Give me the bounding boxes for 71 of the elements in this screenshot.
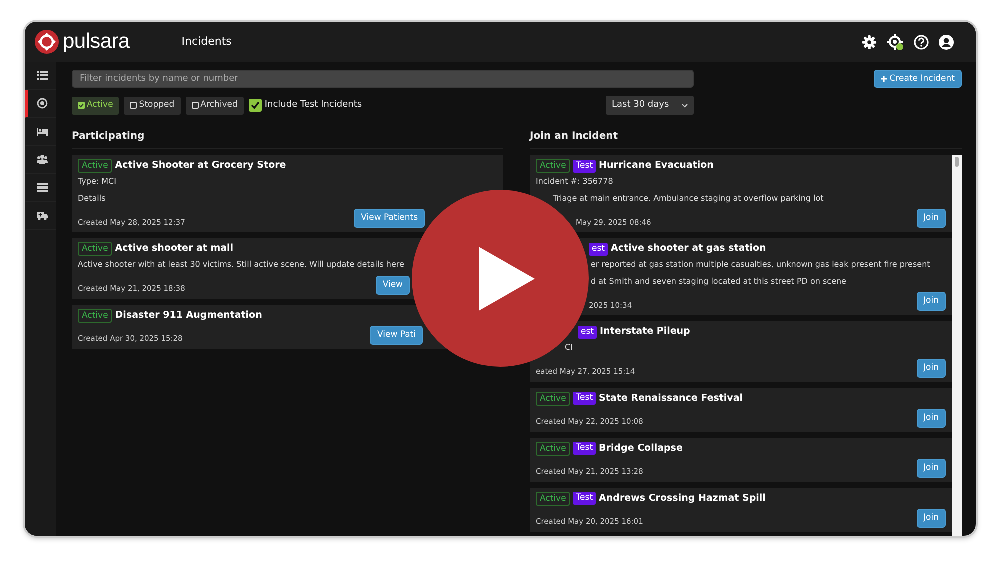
section-heading: Join an Incident: [530, 129, 962, 149]
chevron-down-icon: [682, 104, 688, 108]
checkbox-label: Include Test Incidents: [264, 98, 362, 112]
filter-toggle[interactable]: Stopped: [124, 96, 181, 114]
join-button[interactable]: Join: [916, 292, 946, 311]
incident-detail: Type: MCI: [78, 176, 116, 188]
play-icon: [478, 246, 534, 310]
incident-detail: d at Smith and seven staging located at this street PD on scene: [591, 276, 846, 288]
incident-title: Andrews Crossing Hazmat Spill: [599, 492, 766, 506]
join-button[interactable]: Join: [916, 408, 946, 428]
view-patients-button[interactable]: View: [376, 276, 410, 294]
join-button[interactable]: Join: [916, 358, 946, 378]
incident-title: State Renaissance Festival: [599, 392, 744, 406]
section-heading: Participating: [72, 129, 503, 149]
settings-icon[interactable]: [862, 34, 877, 50]
incident-title: Active shooter at gas station: [611, 242, 766, 256]
incident-detail: Triage at main entrance. Ambulance staging at overflow parking lot: [553, 192, 824, 205]
checkbox-icon: [130, 102, 138, 109]
scrollbar-thumb[interactable]: [955, 157, 959, 167]
status-tag: Active: [78, 308, 112, 323]
sidebar-tab[interactable]: [25, 90, 56, 118]
test-tag: est: [589, 242, 608, 256]
filter-toggle[interactable]: Active: [72, 96, 120, 114]
status-tag: Active: [536, 442, 570, 456]
page-title: Incidents: [182, 34, 232, 50]
logo-text: pulsara: [63, 29, 130, 56]
incident-title: Disaster 911 Augmentation: [115, 308, 262, 322]
checkbox-icon: [192, 102, 199, 109]
incident-title: Active shooter at mall: [115, 242, 234, 256]
incident-detail: Active shooter with at least 30 victims. Still active scene. Will update details here: [78, 259, 404, 272]
create-incident-button[interactable]: Create Incident: [874, 70, 962, 88]
test-tag: Test: [573, 392, 596, 406]
status-tag: Active: [536, 492, 570, 506]
logo-icon: [35, 30, 59, 54]
incident-detail: CI: [565, 342, 573, 354]
status-tag: Active: [536, 392, 570, 406]
help-icon[interactable]: [914, 34, 929, 50]
server-icon: [36, 182, 48, 193]
incident-detail: er reported at gas station multiple casualties, unknown gas leak present fire present: [591, 259, 930, 272]
view-patients-button[interactable]: View Pati: [370, 326, 423, 344]
test-tag: Test: [573, 442, 596, 456]
incident-title: Active Shooter at Grocery Store: [115, 159, 286, 173]
test-tag: est: [578, 326, 597, 339]
join-button[interactable]: Join: [916, 209, 946, 228]
checked-box-icon: [78, 102, 85, 109]
status-tag: Active: [536, 159, 570, 174]
scrollbar[interactable]: [952, 155, 962, 536]
checkbox[interactable]: [248, 99, 262, 112]
test-tag: Test: [573, 492, 596, 506]
date-range-dropdown[interactable]: Last 30 days: [606, 96, 694, 115]
join-button[interactable]: Join: [916, 508, 946, 528]
test-tag: Test: [573, 160, 596, 173]
incident-detail: Incident #: 356778: [536, 176, 614, 188]
incident-title: Interstate Pileup: [600, 325, 690, 339]
status-tag: Active: [78, 159, 112, 174]
filter-toggle[interactable]: Archived: [186, 96, 244, 114]
bed-icon: [36, 126, 48, 137]
search-field[interactable]: Filter incidents by name or number: [72, 70, 694, 88]
incident-title: Hurricane Evacuation: [599, 159, 714, 173]
location-target-icon[interactable]: [887, 34, 904, 50]
user-icon[interactable]: [939, 34, 954, 50]
target-icon: [36, 98, 48, 109]
incident-title: Bridge Collapse: [599, 442, 683, 456]
users-icon: [36, 154, 48, 165]
plus-icon: [880, 76, 887, 82]
view-patients-button[interactable]: View Patients: [354, 209, 425, 228]
join-button[interactable]: Join: [916, 458, 946, 478]
incident-detail: Details: [78, 192, 106, 205]
status-tag: Active: [78, 242, 112, 256]
ambulance-icon: [36, 210, 48, 221]
list-icon: [36, 70, 48, 81]
